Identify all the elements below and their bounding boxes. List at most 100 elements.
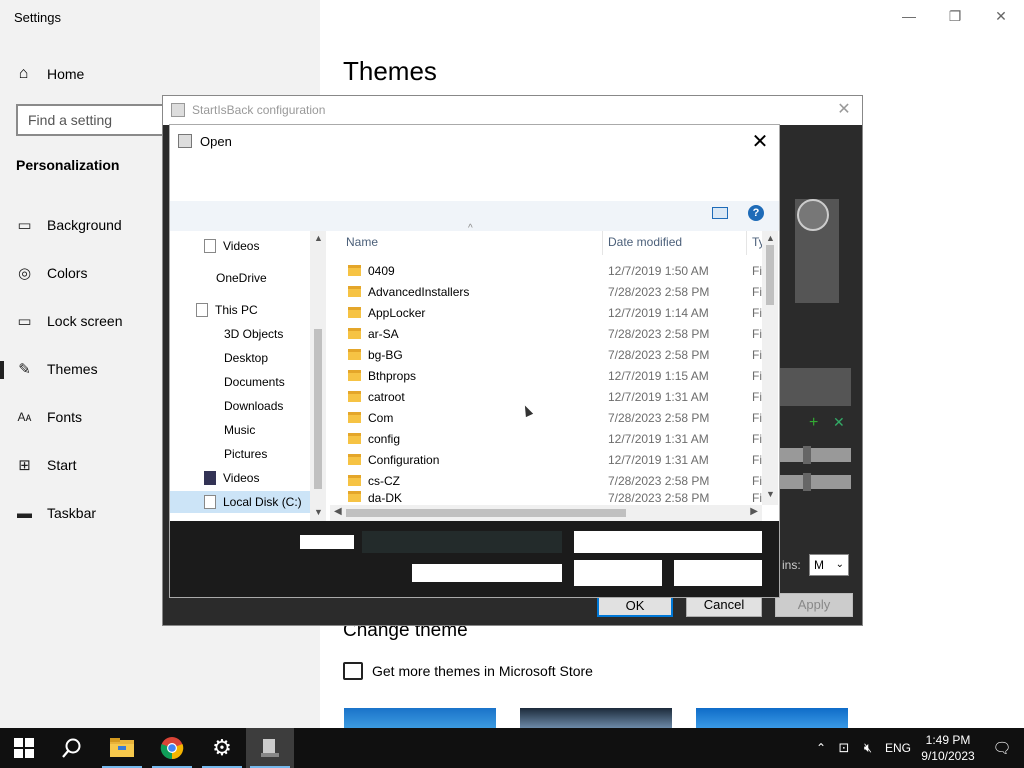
minimize-button[interactable]: — [886, 4, 932, 28]
tree-item-pictures[interactable]: Pictures [224, 443, 267, 465]
file-row[interactable]: da-DK 7/28/2023 2:58 PM Fi [348, 491, 768, 505]
file-row[interactable]: AdvancedInstallers 7/28/2023 2:58 PM Fi [348, 281, 768, 302]
tree-item-videos[interactable]: Videos [204, 467, 259, 489]
start-button[interactable] [0, 728, 48, 768]
find-setting-input[interactable]: Find a setting [16, 104, 176, 136]
open-button[interactable] [574, 560, 662, 586]
add-icon[interactable]: + [809, 414, 818, 432]
file-row[interactable]: AppLocker 12/7/2019 1:14 AM Fi [348, 302, 768, 323]
clock-time: 1:49 PM [925, 733, 971, 747]
help-icon[interactable]: ? [748, 205, 764, 221]
volume-muted-icon[interactable]: 🔇︎ [856, 740, 880, 756]
file-name: AdvancedInstallers [368, 284, 470, 299]
file-date: 7/28/2023 2:58 PM [608, 473, 710, 488]
chevron-up-icon[interactable]: ⌃ [810, 741, 832, 755]
file-row[interactable]: cs-CZ 7/28/2023 2:58 PM Fi [348, 470, 768, 491]
nav-item-label: Start [47, 457, 77, 473]
startisback-close-button[interactable]: ✕ [832, 99, 856, 119]
file-name: Bthprops [368, 368, 417, 383]
file-row[interactable]: Configuration 12/7/2019 1:31 AM Fi [348, 449, 768, 470]
column-header-name[interactable]: Name [346, 235, 378, 249]
tree-item-videos[interactable]: Videos [204, 235, 259, 257]
notification-icon[interactable]: 🗨︎ [980, 739, 1024, 757]
file-type-select[interactable] [574, 531, 762, 553]
file-list-horizontal-scrollbar[interactable]: ◀ ▶ [330, 505, 762, 521]
tree-item-music[interactable]: Music [224, 419, 255, 441]
network-icon[interactable]: ⊡ [832, 740, 856, 756]
apply-button[interactable]: Apply [775, 593, 853, 617]
column-header-date[interactable]: Date modified [608, 235, 682, 249]
scrollbar-thumb[interactable] [346, 509, 626, 517]
scroll-right-icon[interactable]: ▶ [750, 506, 758, 517]
nav-item-label: Taskbar [47, 505, 97, 521]
slider-thumb[interactable] [803, 446, 811, 464]
chevron-down-icon: ⌄ [835, 559, 844, 570]
microsoft-store-link[interactable]: Get more themes in Microsoft Store [343, 662, 593, 680]
file-type: Fi [752, 326, 762, 341]
startisback-taskbar-button[interactable] [246, 728, 294, 768]
clock[interactable]: 1:49 PM 9/10/2023 [916, 732, 980, 764]
file-explorer-button[interactable] [98, 728, 146, 768]
file-row[interactable]: bg-BG 7/28/2023 2:58 PM Fi [348, 344, 768, 365]
scroll-left-icon[interactable]: ◀ [334, 506, 342, 517]
tree-item-label: Videos [223, 471, 260, 485]
chrome-button[interactable] [148, 728, 196, 768]
dialog-cancel-button[interactable] [674, 560, 762, 586]
file-name: Configuration [368, 452, 440, 467]
scroll-down-icon[interactable]: ▼ [314, 507, 323, 517]
file-name: AppLocker [368, 305, 426, 320]
tree-item-desktop[interactable]: Desktop [224, 347, 268, 369]
column-separator[interactable] [746, 231, 747, 255]
file-type: Fi [752, 284, 762, 299]
settings-taskbar-button[interactable]: ⚙ [198, 728, 246, 768]
folder-icon [348, 454, 361, 465]
file-name-input[interactable] [362, 531, 562, 553]
dialog-close-button[interactable]: ✕ [749, 129, 771, 154]
tree-item-documents[interactable]: Documents [224, 371, 285, 393]
file-name: Com [368, 410, 394, 425]
theme-thumbnail[interactable] [344, 708, 496, 728]
preview-pane-icon[interactable] [712, 207, 728, 219]
file-type: Fi [752, 389, 762, 404]
margins-select[interactable]: M ⌄ [809, 554, 849, 576]
file-row[interactable]: Com 7/28/2023 2:58 PM Fi [348, 407, 768, 428]
file-type: Fi [752, 452, 762, 467]
folder-icon [348, 328, 361, 339]
file-row[interactable]: config 12/7/2019 1:31 AM Fi [348, 428, 768, 449]
file-row[interactable]: catroot 12/7/2019 1:31 AM Fi [348, 386, 768, 407]
tree-item-this-pc[interactable]: This PC [196, 299, 258, 321]
tree-item-label: Documents [224, 375, 285, 389]
restore-button[interactable]: ❐ [932, 4, 978, 28]
file-row[interactable]: ar-SA 7/28/2023 2:58 PM Fi [348, 323, 768, 344]
tree-item-local-disk[interactable]: Local Disk (C:) [170, 491, 310, 513]
remove-icon[interactable]: ✕ [833, 414, 845, 431]
close-button[interactable]: ✕ [978, 4, 1024, 28]
home-nav-item[interactable]: ⌂ Home [0, 56, 320, 92]
file-type: Fi [752, 491, 762, 505]
file-date: 7/28/2023 2:58 PM [608, 326, 710, 341]
search-icon [62, 738, 81, 758]
slider-thumb[interactable] [803, 473, 811, 491]
file-row[interactable]: 0409 12/7/2019 1:50 AM Fi [348, 260, 768, 281]
dialog-app-icon [178, 134, 192, 148]
file-row[interactable]: Bthprops 12/7/2019 1:15 AM Fi [348, 365, 768, 386]
scrollbar-thumb[interactable] [314, 329, 322, 489]
scrollbar-thumb[interactable] [766, 245, 774, 305]
tree-item-onedrive[interactable]: OneDrive [216, 267, 267, 289]
column-separator[interactable] [602, 231, 603, 255]
language-indicator[interactable]: ENG [880, 741, 916, 755]
tree-item-3d-objects[interactable]: 3D Objects [224, 323, 283, 345]
scroll-up-icon[interactable]: ▲ [766, 233, 775, 243]
theme-thumbnail[interactable] [520, 708, 672, 728]
computer-icon [196, 303, 208, 317]
encoding-field[interactable] [412, 564, 562, 582]
file-list-vertical-scrollbar[interactable]: ▲ ▼ [762, 231, 778, 505]
scroll-down-icon[interactable]: ▼ [766, 489, 775, 499]
dialog-title: Open [200, 134, 232, 149]
search-button[interactable] [48, 728, 96, 768]
theme-thumbnail[interactable] [696, 708, 848, 728]
nav-pane-scrollbar[interactable]: ▲ ▼ [310, 231, 326, 521]
file-name: cs-CZ [368, 473, 400, 488]
scroll-up-icon[interactable]: ▲ [314, 233, 323, 243]
tree-item-downloads[interactable]: Downloads [224, 395, 283, 417]
